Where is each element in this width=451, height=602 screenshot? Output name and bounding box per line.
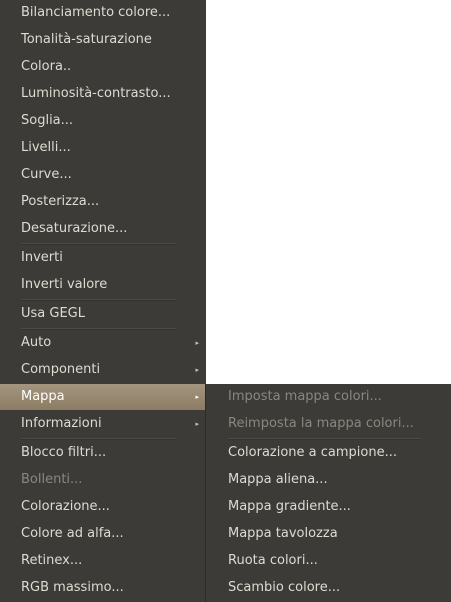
menu-item-label: Curve... (21, 167, 72, 182)
menu-item-label: Informazioni (21, 416, 102, 431)
menu-item-label: Inverti (21, 250, 63, 265)
menu-item-label: Bollenti... (21, 472, 83, 487)
menu-item-posterize[interactable]: Posterizza... (0, 189, 206, 215)
menu-item-info[interactable]: Informazioni ▸ (0, 411, 206, 437)
menu-item-label: Auto (21, 335, 52, 350)
menu-item-label: Desaturazione... (21, 221, 128, 236)
menu-item-label: RGB massimo... (21, 580, 124, 595)
map-submenu: Imposta mappa colori... Reimposta la map… (206, 384, 451, 602)
menu-item-color-balance[interactable]: Bilanciamento colore... (0, 0, 206, 26)
menu-item-colorify[interactable]: Colorazione... (0, 494, 206, 520)
menu-item-label: Blocco filtri... (21, 445, 107, 460)
submenu-item-alien-map[interactable]: Mappa aliena... (206, 467, 451, 493)
menu-item-label: Mappa (21, 389, 65, 404)
menu-item-label: Livelli... (21, 140, 71, 155)
menu-item-label: Mappa tavolozza (228, 526, 338, 541)
menu-item-label: Colorazione a campione... (228, 445, 397, 460)
menu-item-colorize[interactable]: Colora.. (0, 54, 206, 80)
menu-item-use-gegl[interactable]: Usa GEGL (0, 301, 206, 327)
menu-item-label: Mappa gradiente... (228, 499, 351, 514)
menu-item-label: Componenti (21, 362, 101, 377)
menu-item-auto[interactable]: Auto ▸ (0, 330, 206, 356)
menu-item-label: Posterizza... (21, 194, 100, 209)
submenu-item-palette-map[interactable]: Mappa tavolozza (206, 521, 451, 547)
menu-item-label: Colorazione... (21, 499, 110, 514)
menu-item-label: Scambio colore... (228, 580, 341, 595)
menu-item-color-to-alpha[interactable]: Colore ad alfa... (0, 521, 206, 547)
submenu-arrow-icon: ▸ (195, 339, 199, 347)
menu-item-invert[interactable]: Inverti (0, 245, 206, 271)
menu-item-desaturate[interactable]: Desaturazione... (0, 216, 206, 242)
submenu-item-sample-colorize[interactable]: Colorazione a campione... (206, 440, 451, 466)
menu-item-label: Colore ad alfa... (21, 526, 124, 541)
menu-item-label: Retinex... (21, 553, 83, 568)
menu-item-components[interactable]: Componenti ▸ (0, 357, 206, 383)
menu-item-label: Reimposta la mappa colori... (228, 416, 414, 431)
colors-menu: Bilanciamento colore... Tonalità-saturaz… (0, 0, 206, 602)
menu-item-label: Colora.. (21, 59, 72, 74)
submenu-item-set-colormap: Imposta mappa colori... (206, 384, 451, 410)
submenu-item-rotate-colors[interactable]: Ruota colori... (206, 548, 451, 574)
submenu-arrow-icon: ▸ (195, 393, 199, 401)
menu-item-label: Imposta mappa colori... (228, 389, 382, 404)
menu-item-threshold[interactable]: Soglia... (0, 108, 206, 134)
menu-item-label: Inverti valore (21, 277, 108, 292)
submenu-arrow-icon: ▸ (195, 420, 199, 428)
menu-item-maximum-rgb[interactable]: RGB massimo... (0, 575, 206, 601)
menu-item-label: Ruota colori... (228, 553, 318, 568)
submenu-item-color-exchange[interactable]: Scambio colore... (206, 575, 451, 601)
submenu-item-gradient-map[interactable]: Mappa gradiente... (206, 494, 451, 520)
menu-item-hue-saturation[interactable]: Tonalità-saturazione (0, 27, 206, 53)
menu-item-label: Mappa aliena... (228, 472, 328, 487)
menu-item-label: Soglia... (21, 113, 74, 128)
menu-item-label: Tonalità-saturazione (21, 32, 152, 47)
submenu-item-rearrange-colormap: Reimposta la mappa colori... (206, 411, 451, 437)
menu-item-hot: Bollenti... (0, 467, 206, 493)
menu-item-value-invert[interactable]: Inverti valore (0, 272, 206, 298)
menu-item-label: Usa GEGL (21, 306, 85, 321)
canvas-background (206, 0, 451, 384)
menu-item-label: Bilanciamento colore... (21, 5, 171, 20)
menu-item-brightness-contrast[interactable]: Luminosità-contrasto... (0, 81, 206, 107)
menu-item-map[interactable]: Mappa ▸ (0, 384, 206, 410)
menu-item-retinex[interactable]: Retinex... (0, 548, 206, 574)
menu-item-filter-pack[interactable]: Blocco filtri... (0, 440, 206, 466)
submenu-arrow-icon: ▸ (195, 366, 199, 374)
menu-item-label: Luminosità-contrasto... (21, 86, 171, 101)
menu-item-curves[interactable]: Curve... (0, 162, 206, 188)
menu-item-levels[interactable]: Livelli... (0, 135, 206, 161)
